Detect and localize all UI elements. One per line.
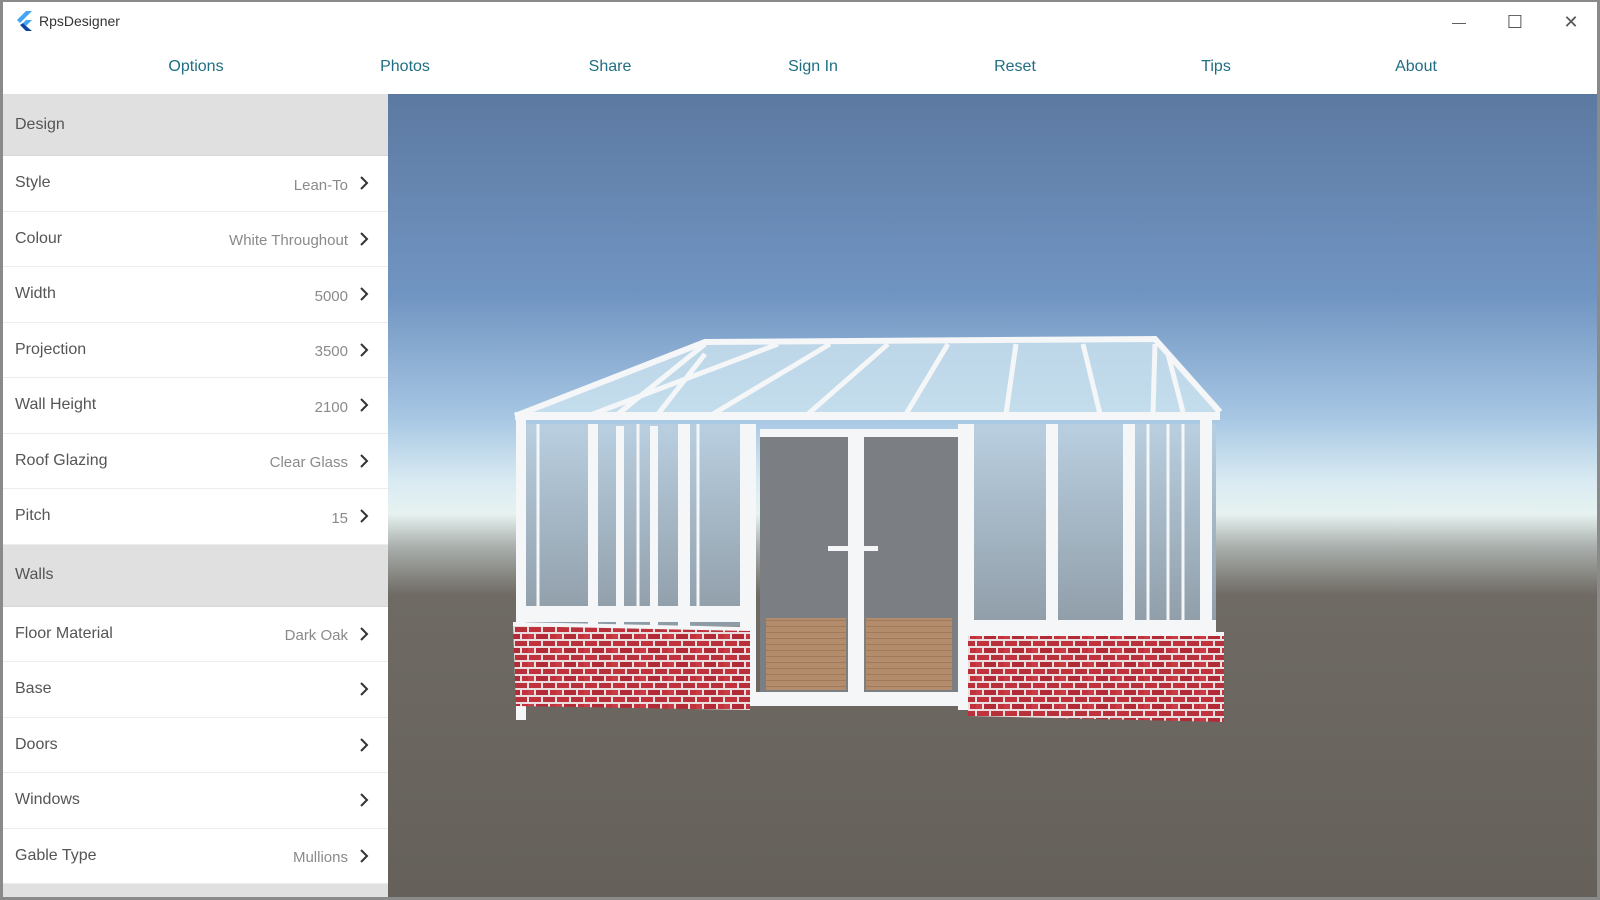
option-row-projection[interactable]: Projection 3500 (3, 323, 388, 378)
nav-share[interactable]: Share (589, 58, 632, 76)
3d-viewport[interactable] (388, 94, 1597, 897)
option-value: 3500 (314, 343, 348, 361)
option-row-width[interactable]: Width 5000 (3, 267, 388, 323)
option-row-windows[interactable]: Windows (3, 773, 388, 829)
chevron-right-icon (360, 849, 369, 863)
option-label: Doors (15, 735, 58, 753)
chevron-right-icon (360, 343, 369, 357)
flutter-logo-icon (17, 11, 32, 31)
nav-options[interactable]: Options (168, 58, 223, 76)
chevron-right-icon (360, 454, 369, 468)
nav-photos[interactable]: Photos (380, 58, 430, 76)
maximize-icon: ☐ (1506, 11, 1524, 32)
option-value: Dark Oak (284, 627, 348, 645)
conservatory-model (512, 335, 1224, 722)
option-label: Pitch (15, 507, 51, 525)
option-row-colour[interactable]: Colour White Throughout (3, 212, 388, 267)
option-value: 5000 (314, 287, 348, 305)
section-header-walls: Walls (3, 544, 388, 607)
app-title: RpsDesigner (39, 13, 120, 29)
option-label: Gable Type (15, 846, 97, 864)
option-label: Projection (15, 340, 87, 358)
section-header-design: Design (3, 94, 388, 156)
option-label: Style (15, 174, 51, 192)
option-value: Lean-To (293, 176, 348, 194)
top-nav: Options Photos Share Sign In Reset Tips … (3, 42, 1597, 94)
option-row-pitch[interactable]: Pitch 15 (3, 489, 388, 545)
option-label: Wall Height (15, 396, 97, 414)
chevron-right-icon (360, 682, 369, 696)
nav-reset[interactable]: Reset (994, 58, 1036, 76)
option-value: White Throughout (229, 232, 348, 250)
nav-tips[interactable]: Tips (1201, 58, 1231, 76)
option-value: Clear Glass (269, 454, 348, 472)
option-row-gable-type[interactable]: Gable Type Mullions (3, 829, 388, 884)
option-label: Windows (15, 791, 80, 809)
brick-base-right (968, 634, 1224, 722)
chevron-right-icon (360, 287, 369, 301)
maximize-button[interactable]: ☐ (1487, 6, 1543, 38)
option-label: Width (15, 285, 56, 303)
chevron-right-icon (360, 793, 369, 807)
app-window: RpsDesigner — ☐ ✕ Options Photos Share S… (0, 0, 1600, 900)
nav-sign-in[interactable]: Sign In (788, 58, 838, 76)
option-row-wall-height[interactable]: Wall Height 2100 (3, 378, 388, 434)
chevron-right-icon (360, 738, 369, 752)
option-value: 15 (331, 509, 348, 527)
brick-base-left (513, 624, 750, 710)
option-row-doors[interactable]: Doors (3, 718, 388, 773)
options-sidebar: Design Style Lean-To Colour White Throug… (3, 94, 388, 897)
chevron-right-icon (360, 509, 369, 523)
close-button[interactable]: ✕ (1543, 6, 1597, 38)
close-icon: ✕ (1563, 11, 1579, 32)
chevron-right-icon (360, 232, 369, 246)
option-value: 2100 (314, 398, 348, 416)
floor-dark-oak (766, 618, 846, 690)
option-label: Base (15, 680, 52, 698)
chevron-right-icon (360, 176, 369, 190)
left-glazing (520, 424, 750, 626)
option-label: Roof Glazing (15, 451, 108, 469)
option-value: Mullions (292, 849, 348, 867)
option-row-roof-glazing[interactable]: Roof Glazing Clear Glass (3, 434, 388, 489)
right-glazing (966, 424, 1216, 634)
option-row-base[interactable]: Base (3, 662, 388, 718)
option-label: Colour (15, 229, 63, 247)
section-header-next (3, 884, 388, 897)
minimize-button[interactable]: — (1431, 6, 1487, 38)
chevron-right-icon (360, 627, 369, 641)
title-bar: RpsDesigner — ☐ ✕ (3, 2, 1597, 42)
option-row-floor-material[interactable]: Floor Material Dark Oak (3, 607, 388, 662)
option-label: Floor Material (15, 624, 113, 642)
option-row-style[interactable]: Style Lean-To (3, 156, 388, 212)
minimize-icon: — (1452, 14, 1466, 30)
nav-about[interactable]: About (1395, 58, 1437, 76)
chevron-right-icon (360, 398, 369, 412)
